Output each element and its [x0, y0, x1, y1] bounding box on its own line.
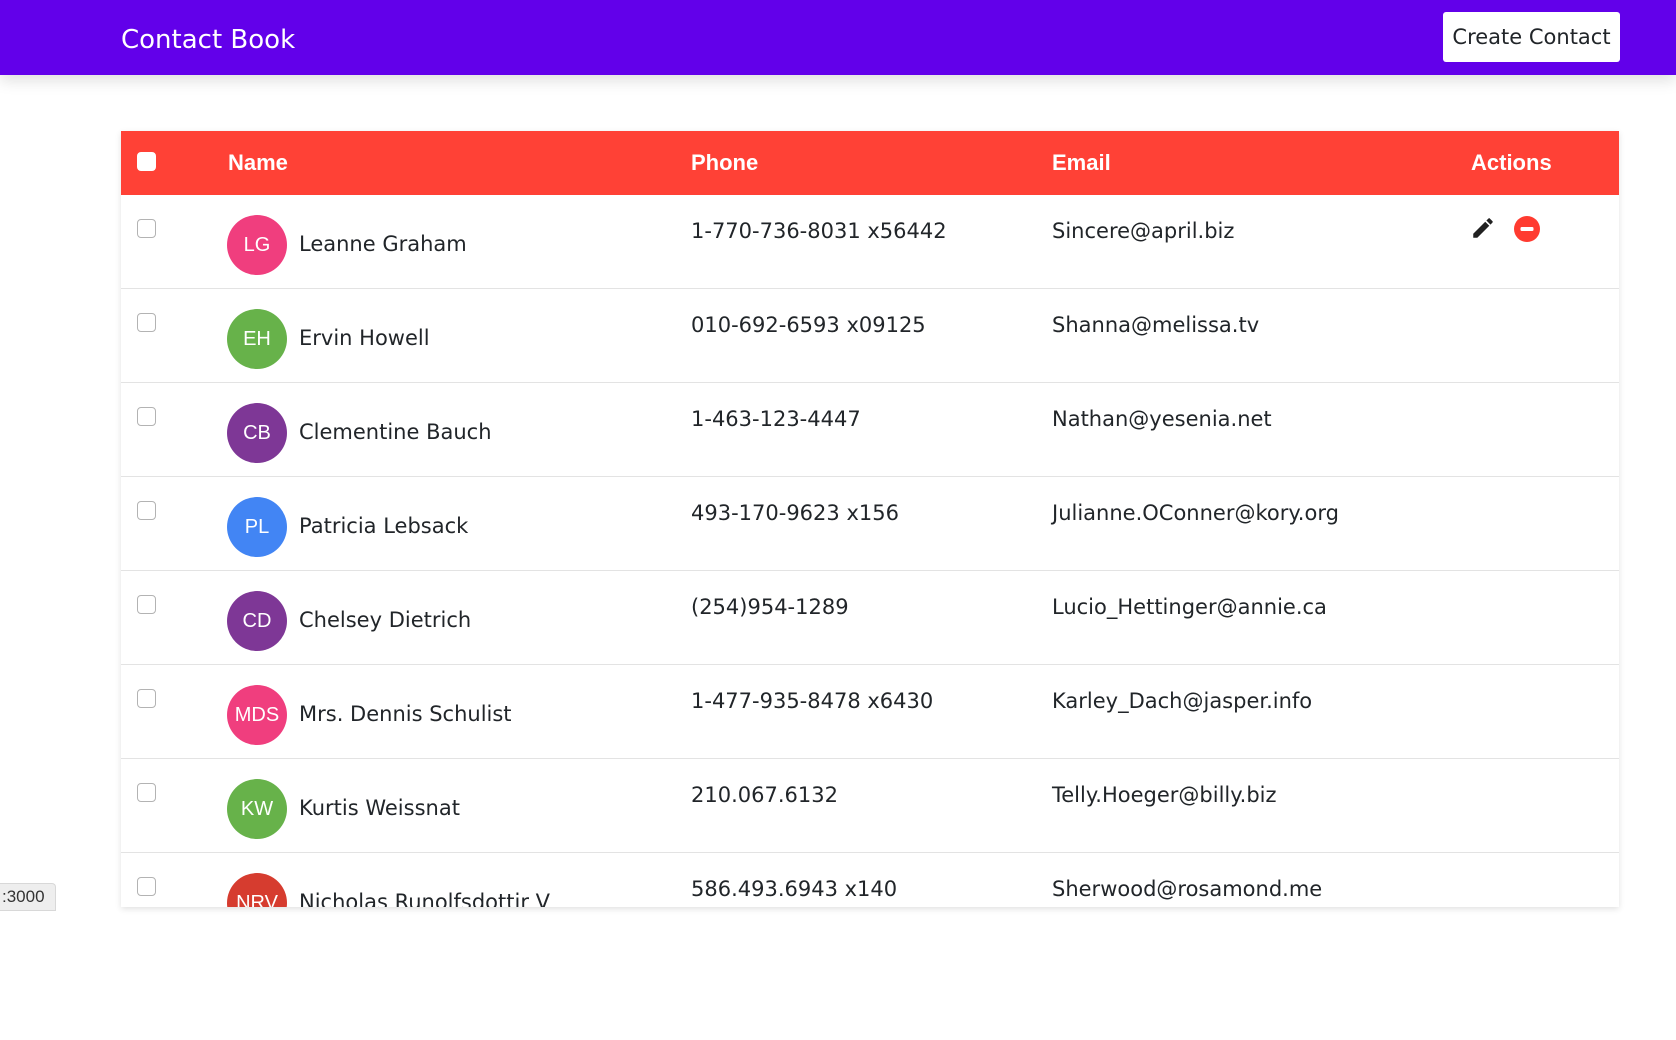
avatar: EH [227, 309, 287, 369]
status-url-tooltip: :3000 [0, 883, 56, 911]
email-column-header: Email [1052, 150, 1111, 175]
minus-circle-icon[interactable] [1514, 216, 1540, 242]
navbar: Contact Book Create Contact [0, 0, 1676, 75]
contact-name: Leanne Graham [299, 232, 467, 256]
contact-email: Sherwood@rosamond.me [1052, 877, 1323, 901]
row-checkbox[interactable] [137, 783, 156, 802]
table-row: MDS Mrs. Dennis Schulist 1-477-935-8478 … [121, 665, 1619, 759]
avatar: KW [227, 779, 287, 839]
select-all-checkbox[interactable] [137, 152, 156, 171]
table-row: CB Clementine Bauch 1-463-123-4447 Natha… [121, 383, 1619, 477]
row-checkbox[interactable] [137, 313, 156, 332]
app-brand[interactable]: Contact Book [121, 22, 295, 58]
contact-name: Chelsey Dietrich [299, 608, 472, 632]
contact-phone: 010-692-6593 x09125 [691, 313, 926, 337]
contact-phone: 1-770-736-8031 x56442 [691, 219, 947, 243]
table-header: Name Phone Email Actions [121, 131, 1619, 195]
contact-name: Kurtis Weissnat [299, 796, 460, 820]
contact-phone: 1-477-935-8478 x6430 [691, 689, 934, 713]
contact-name: Ervin Howell [299, 326, 430, 350]
contact-phone: 210.067.6132 [691, 783, 838, 807]
contact-name: Mrs. Dennis Schulist [299, 702, 512, 726]
contact-name: Patricia Lebsack [299, 514, 469, 538]
avatar: CD [227, 591, 287, 651]
avatar: PL [227, 497, 287, 557]
contact-email: Lucio_Hettinger@annie.ca [1052, 595, 1327, 619]
contact-phone: (254)954-1289 [691, 595, 849, 619]
avatar: CB [227, 403, 287, 463]
name-column-header: Name [228, 150, 288, 175]
pencil-icon[interactable] [1470, 215, 1496, 241]
avatar: MDS [227, 685, 287, 745]
contact-phone: 493-170-9623 x156 [691, 501, 899, 525]
row-checkbox[interactable] [137, 407, 156, 426]
contact-name: Nicholas Runolfsdottir V [299, 890, 551, 907]
avatar: NRV [227, 873, 287, 907]
contact-phone: 1-463-123-4447 [691, 407, 861, 431]
contact-email: Sincere@april.biz [1052, 219, 1235, 243]
avatar: LG [227, 215, 287, 275]
row-checkbox[interactable] [137, 689, 156, 708]
create-contact-button[interactable]: Create Contact [1443, 12, 1620, 62]
table-row: CD Chelsey Dietrich (254)954-1289 Lucio_… [121, 571, 1619, 665]
table-row: PL Patricia Lebsack 493-170-9623 x156 Ju… [121, 477, 1619, 571]
contact-email: Julianne.OConner@kory.org [1052, 501, 1339, 525]
table-row: EH Ervin Howell 010-692-6593 x09125 Shan… [121, 289, 1619, 383]
contact-email: Telly.Hoeger@billy.biz [1052, 783, 1277, 807]
contact-phone: 586.493.6943 x140 [691, 877, 898, 901]
table-row: LG Leanne Graham 1-770-736-8031 x56442 S… [121, 195, 1619, 289]
actions-column-header: Actions [1471, 150, 1552, 175]
contacts-table: Name Phone Email Actions LG Leanne Graha… [121, 131, 1619, 907]
phone-column-header: Phone [691, 150, 759, 175]
contact-email: Nathan@yesenia.net [1052, 407, 1272, 431]
row-checkbox[interactable] [137, 877, 156, 896]
row-checkbox[interactable] [137, 219, 156, 238]
row-checkbox[interactable] [137, 595, 156, 614]
contact-email: Shanna@melissa.tv [1052, 313, 1260, 337]
contact-email: Karley_Dach@jasper.info [1052, 689, 1313, 713]
contact-name: Clementine Bauch [299, 420, 492, 444]
table-row: NRV Nicholas Runolfsdottir V 586.493.694… [121, 853, 1619, 907]
table-row: KW Kurtis Weissnat 210.067.6132 Telly.Ho… [121, 759, 1619, 853]
row-checkbox[interactable] [137, 501, 156, 520]
